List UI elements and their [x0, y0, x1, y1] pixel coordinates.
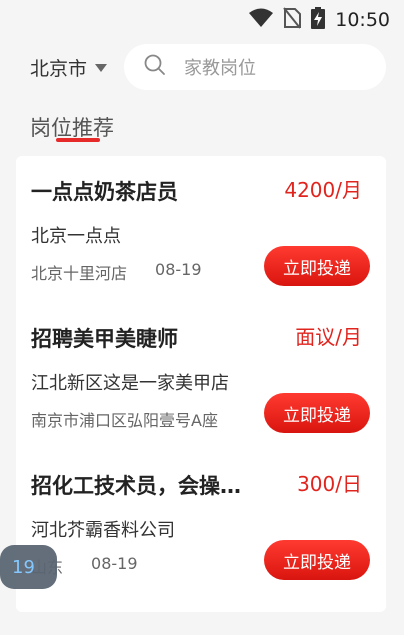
section-title-underline [56, 138, 100, 142]
job-date: 08-19 [91, 554, 138, 573]
apply-button[interactable]: 立即投递 [264, 393, 370, 433]
job-salary: 300/日 [297, 472, 362, 496]
battery-charging-icon [311, 7, 326, 33]
job-item[interactable]: 招化工技术员，会操作液相 300/日 河北芥霸香料公司 山东 08-19 立即投… [16, 450, 386, 596]
job-company: 北京一点点 [31, 226, 121, 247]
job-title: 招化工技术员，会操作液相 [31, 474, 261, 498]
dropdown-arrow-icon [95, 63, 108, 72]
job-meta: 南京市浦口区弘阳壹号A座 [31, 407, 246, 431]
status-time: 10:50 [335, 9, 390, 31]
job-salary: 4200/月 [284, 178, 362, 202]
job-salary: 面议/月 [295, 325, 362, 349]
job-company: 江北新区这是一家美甲店 [31, 373, 229, 394]
floating-badge[interactable]: 19 [0, 545, 57, 589]
job-company: 河北芥霸香料公司 [31, 520, 175, 541]
search-icon [144, 54, 166, 80]
job-location: 北京十里河店 [31, 264, 128, 283]
apply-button[interactable]: 立即投递 [264, 540, 370, 580]
city-selector[interactable]: 北京市 [30, 54, 108, 81]
job-item[interactable]: 招聘美甲美睫师 面议/月 江北新区这是一家美甲店 南京市浦口区弘阳壹号A座 立即… [16, 303, 386, 449]
status-bar: 10:50 [0, 0, 404, 40]
job-title: 招聘美甲美睫师 [31, 327, 178, 351]
header: 北京市 家教岗位 [0, 42, 404, 94]
no-sim-icon [283, 7, 302, 33]
job-list: 一点点奶茶店员 4200/月 北京一点点 北京十里河店 08-19 立即投递 招… [16, 156, 386, 612]
job-location: 南京市浦口区弘阳壹号A座 [31, 411, 218, 430]
floating-badge-text: 19 [12, 556, 35, 578]
job-meta: 北京十里河店 08-19 [31, 260, 202, 284]
search-input[interactable]: 家教岗位 [124, 44, 386, 90]
apply-button[interactable]: 立即投递 [264, 246, 370, 286]
search-placeholder: 家教岗位 [184, 58, 256, 79]
job-item[interactable]: 一点点奶茶店员 4200/月 北京一点点 北京十里河店 08-19 立即投递 [16, 156, 386, 302]
job-title: 一点点奶茶店员 [31, 180, 178, 204]
bottom-bar [0, 612, 404, 635]
job-date: 08-19 [155, 260, 202, 279]
wifi-icon [249, 8, 274, 32]
city-label: 北京市 [30, 58, 88, 80]
